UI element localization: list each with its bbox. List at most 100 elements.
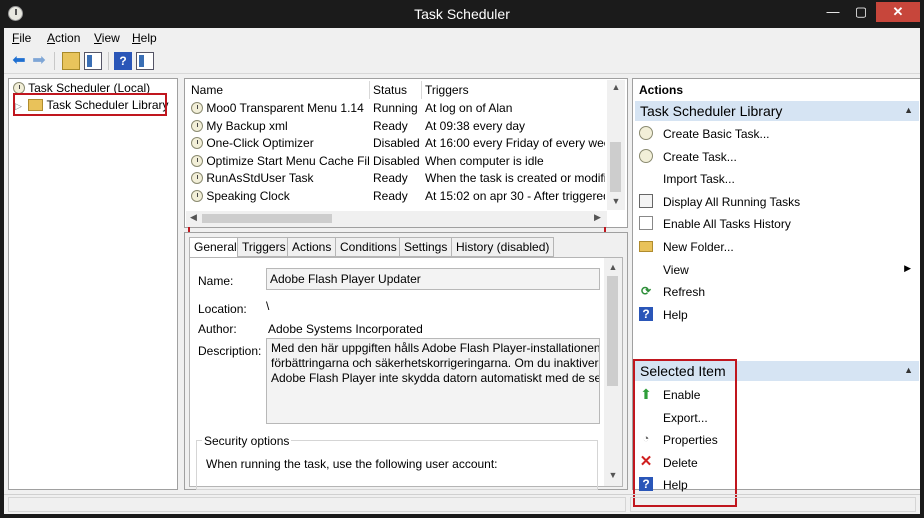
close-button[interactable]: ✕ — [876, 2, 920, 22]
task-list-vertical-scrollbar[interactable]: ▲ ▼ — [607, 80, 625, 210]
show-hide-action-pane-icon[interactable] — [136, 52, 154, 70]
submenu-arrow-icon: ▶ — [904, 262, 911, 273]
scrollbar-thumb[interactable] — [202, 214, 332, 223]
action-refresh[interactable]: ⟳ Refresh — [637, 283, 917, 301]
section-title: Task Scheduler Library — [640, 103, 783, 119]
task-name-cell: My Backup xml — [191, 119, 369, 133]
scrollbar-thumb[interactable] — [607, 276, 618, 386]
collapse-caret-icon[interactable]: ▲ — [904, 105, 913, 115]
task-status: Ready — [373, 118, 408, 133]
action-enable-all-tasks-history[interactable]: Enable All Tasks History — [637, 215, 917, 233]
tab-conditions[interactable]: Conditions — [335, 237, 402, 257]
up-folder-icon[interactable] — [62, 52, 80, 70]
scroll-down-arrow-icon[interactable]: ▼ — [604, 470, 622, 480]
task-name: RunAsStdUser Task — [206, 171, 314, 186]
toolbar-separator — [54, 52, 55, 70]
toolbar-separator — [108, 52, 109, 70]
action-label: View — [663, 262, 689, 277]
window-title: Task Scheduler — [414, 6, 510, 22]
scroll-left-arrow-icon[interactable]: ◀ — [190, 212, 197, 223]
scroll-up-arrow-icon[interactable]: ▲ — [607, 82, 625, 92]
task-row[interactable]: Moo0 Transparent Menu 1.14 Running At log … — [185, 99, 607, 116]
author-value: Adobe Systems Incorporated — [268, 322, 423, 336]
section-task-scheduler-library[interactable]: Task Scheduler Library ▲ — [635, 101, 919, 121]
clock-icon — [191, 172, 203, 185]
tab-settings[interactable]: Settings — [399, 237, 453, 257]
main-window: File Action View Help ⬅ ➡ ? Task Schedul… — [4, 28, 920, 514]
task-row[interactable]: RunAsStdUser Task Ready When the task is c… — [185, 169, 607, 186]
action-label: Enable All Tasks History — [663, 217, 791, 232]
forward-arrow-icon[interactable]: ➡ — [30, 52, 48, 70]
menu-file[interactable]: File — [12, 31, 31, 45]
help-icon: ? — [639, 306, 653, 321]
task-name: Speaking Clock — [206, 189, 290, 203]
detail-vertical-scrollbar[interactable]: ▲ ▼ — [604, 258, 622, 486]
scroll-right-arrow-icon[interactable]: ▶ — [594, 212, 601, 223]
task-name-cell: One-Click Optimizer — [191, 136, 369, 150]
name-label: Name: — [198, 274, 234, 288]
description-field[interactable]: Med den här uppgiften hålls Adobe Flash … — [266, 338, 600, 424]
status-segment — [630, 497, 916, 512]
column-separator[interactable] — [421, 81, 422, 99]
action-display-all-running-tasks[interactable]: Display All Running Tasks — [637, 193, 917, 211]
task-name-cell: Speaking Clock — [191, 189, 369, 203]
clock-icon — [191, 119, 203, 132]
collapse-caret-icon[interactable]: ▲ — [904, 365, 913, 375]
column-separator[interactable] — [369, 81, 370, 99]
task-name-field[interactable]: Adobe Flash Player Updater — [266, 268, 600, 290]
general-tab-content: Name: Adobe Flash Player Updater Locatio… — [189, 257, 623, 490]
highlight-box-library — [13, 93, 167, 116]
task-row[interactable]: My Backup xml Ready At 09:38 every day — [185, 117, 607, 134]
show-hide-console-tree-icon[interactable] — [84, 52, 102, 70]
task-row[interactable]: One-Click Optimizer Disabled At 16:00 ever… — [185, 134, 607, 151]
action-create-basic-task[interactable]: Create Basic Task... — [637, 125, 917, 143]
scroll-up-arrow-icon[interactable]: ▲ — [604, 262, 622, 272]
minimize-button[interactable]: — — [820, 2, 846, 22]
actions-title: Actions — [639, 83, 684, 97]
task-row[interactable]: Optimize Start Menu Cache Fil... Disabled… — [185, 152, 607, 169]
menu-help[interactable]: Help — [132, 31, 157, 45]
location-value: \ — [266, 299, 270, 313]
action-help[interactable]: ? Help — [637, 306, 917, 324]
tab-general[interactable]: General — [189, 237, 242, 258]
back-arrow-icon[interactable]: ⬅ — [10, 52, 28, 70]
status-bar — [4, 494, 920, 514]
clock-icon — [191, 190, 203, 202]
task-trigger: At 15:02 on apr 30 - After triggered, — [425, 189, 605, 203]
task-trigger: At 09:38 every day — [425, 118, 526, 133]
action-label: New Folder... — [663, 240, 734, 254]
status-segment — [8, 497, 626, 512]
clock-icon — [191, 154, 203, 167]
column-header-name[interactable]: Name — [191, 83, 223, 97]
action-label: Refresh — [663, 285, 706, 300]
tab-actions[interactable]: Actions — [287, 237, 337, 257]
action-new-folder[interactable]: New Folder... — [637, 238, 917, 256]
action-view[interactable]: View ▶ — [637, 261, 917, 279]
refresh-icon: ⟳ — [640, 284, 652, 299]
task-trigger: When computer is idle — [425, 153, 544, 168]
task-row[interactable]: Speaking Clock Ready At 15:02 on apr 30 - … — [185, 187, 607, 204]
task-status: Disabled — [373, 136, 420, 151]
task-detail-pane: General Triggers Actions Conditions Sett… — [184, 232, 628, 490]
task-list-horizontal-scrollbar[interactable]: ◀ ▶ — [186, 211, 607, 227]
column-header-triggers[interactable]: Triggers — [425, 83, 469, 97]
task-trigger: When the task is created or modified — [425, 171, 605, 186]
action-label: Create Task... — [663, 149, 737, 164]
title-bar: Task Scheduler — ▢ ✕ — [0, 0, 924, 28]
doc-icon — [639, 216, 653, 231]
security-options-label: Security options — [202, 434, 292, 448]
tab-triggers[interactable]: Triggers — [237, 237, 291, 257]
action-create-task[interactable]: Create Task... — [637, 148, 917, 166]
task-name-cell: Optimize Start Menu Cache Fil... — [191, 154, 369, 168]
column-header-status[interactable]: Status — [373, 83, 407, 97]
task-status: Running — [373, 101, 418, 115]
maximize-button[interactable]: ▢ — [848, 2, 874, 22]
help-icon[interactable]: ? — [114, 52, 132, 70]
scrollbar-thumb[interactable] — [610, 142, 621, 192]
tab-history[interactable]: History (disabled) — [451, 237, 555, 257]
menu-view[interactable]: View — [94, 31, 120, 45]
action-import-task[interactable]: Import Task... — [637, 170, 917, 188]
menu-action[interactable]: Action — [47, 31, 80, 45]
scroll-down-arrow-icon[interactable]: ▼ — [607, 196, 625, 206]
task-status: Ready — [373, 171, 408, 186]
